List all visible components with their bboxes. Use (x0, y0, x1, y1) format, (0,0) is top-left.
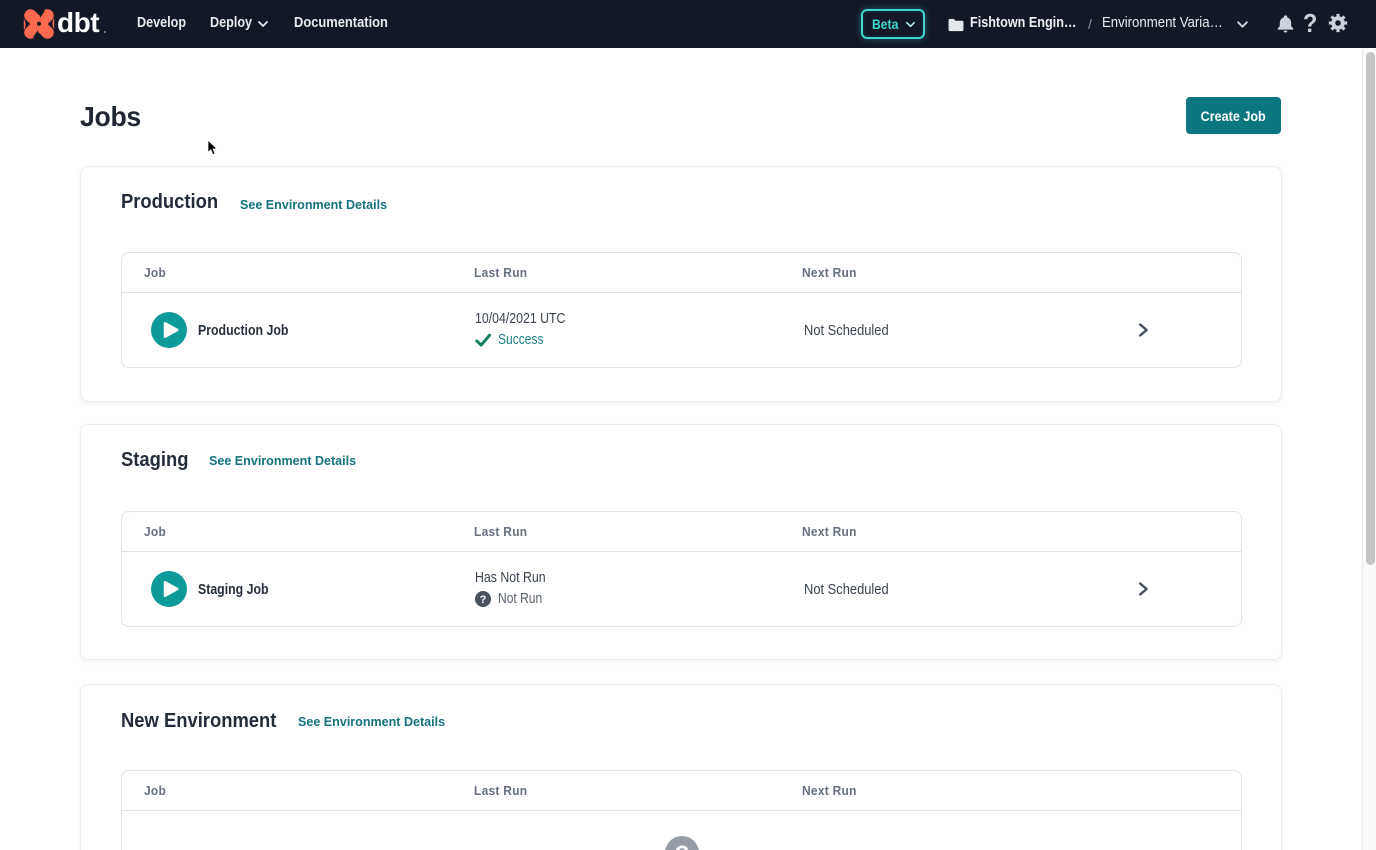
svg-text:?: ? (479, 594, 486, 606)
svg-text:?: ? (675, 841, 689, 850)
